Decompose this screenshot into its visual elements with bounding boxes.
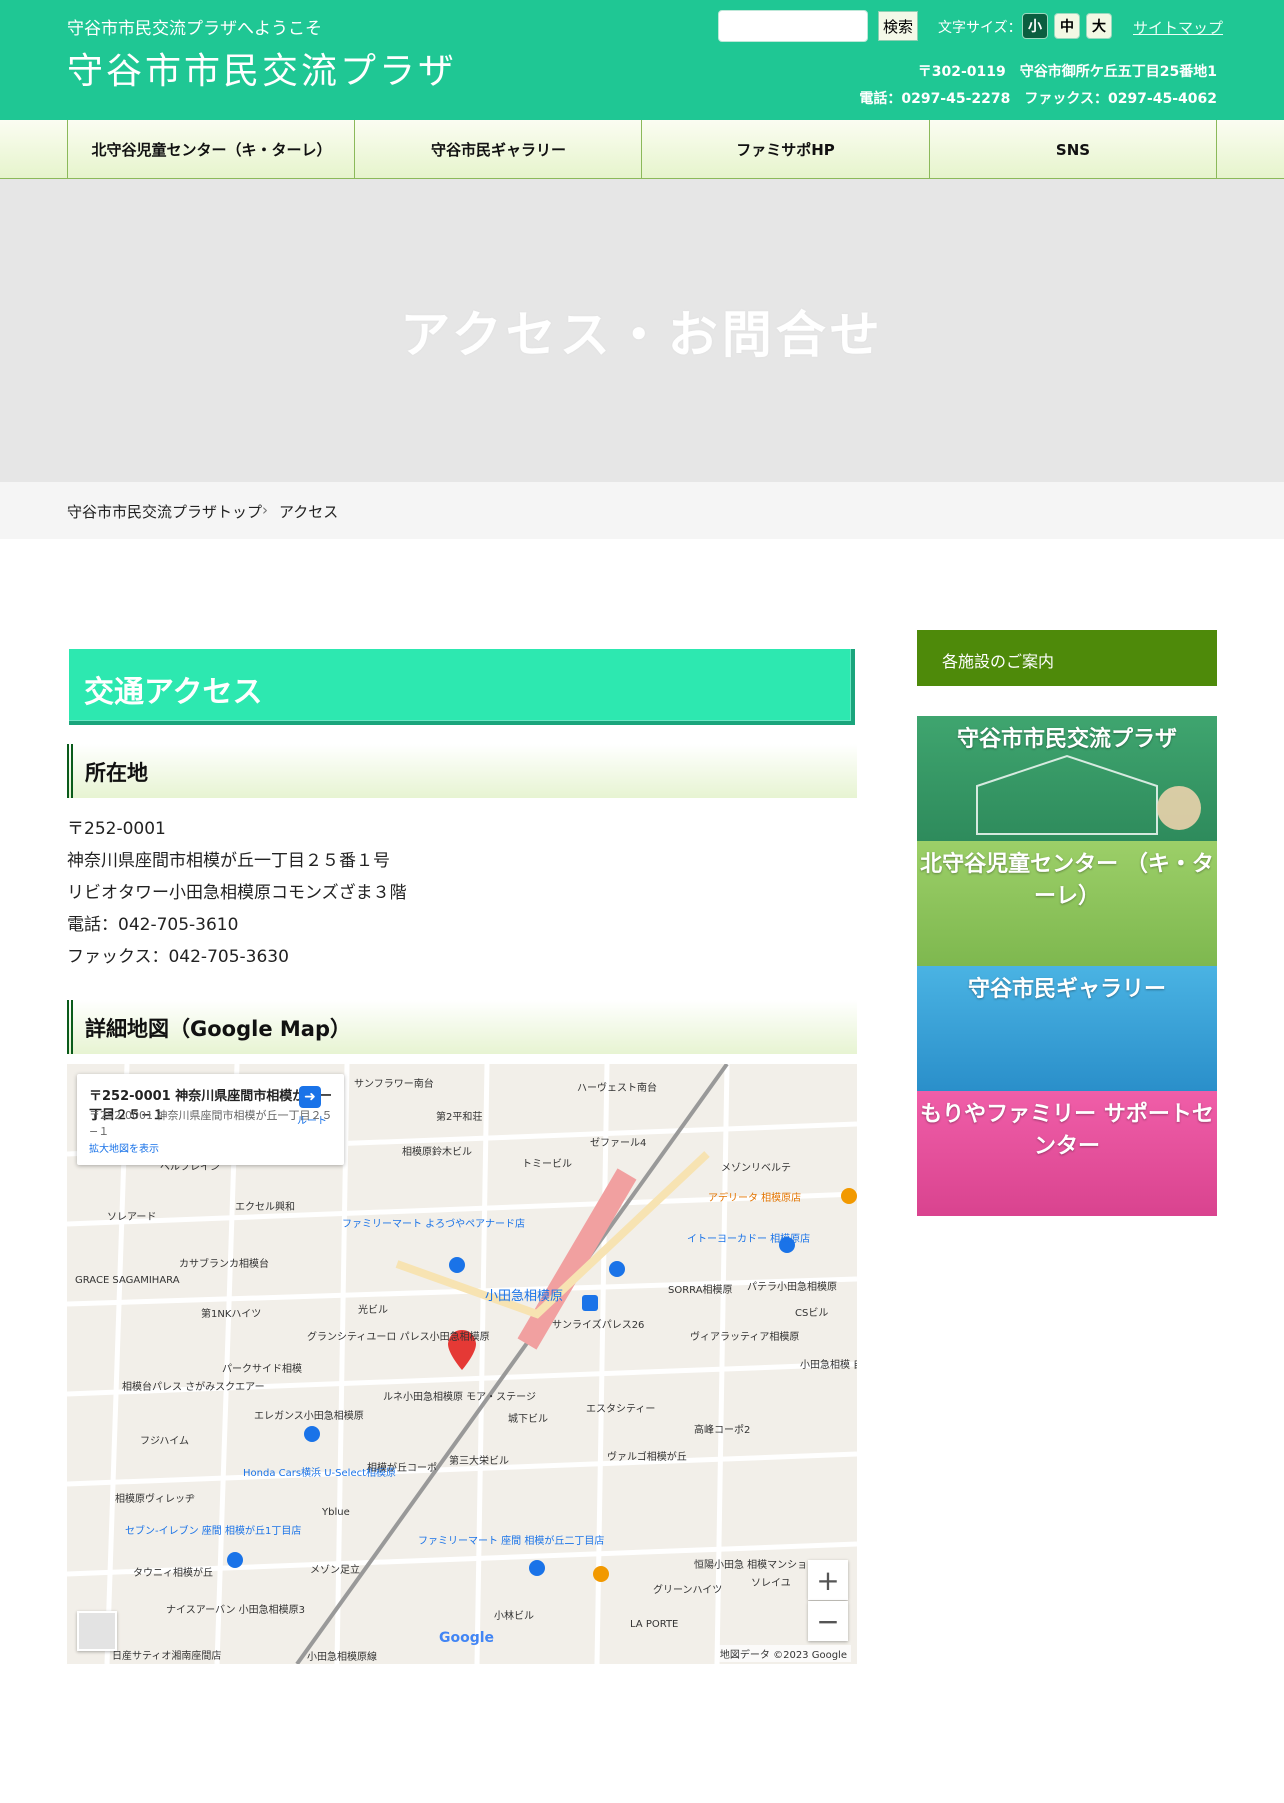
banner-kitaare[interactable]: 北守谷児童センター （キ・ターレ）: [917, 841, 1217, 966]
location-heading: 所在地: [67, 744, 857, 798]
map-label: ルネ小田急相模原 モア・ステージ: [383, 1390, 536, 1403]
map-label: ソレアード: [107, 1212, 156, 1223]
map-label: カサブランカ相模台: [179, 1257, 269, 1270]
map-copyright: 地図データ ©2023 Google: [715, 1645, 851, 1662]
breadcrumb-separator: ›: [262, 501, 268, 519]
map-label: メゾン足立: [310, 1563, 360, 1576]
font-size-label: 文字サイズ：: [938, 20, 1022, 36]
map-label: 第1NKハイツ: [201, 1307, 261, 1320]
banner-famisapo-label: もりやファミリー サポートセンター: [920, 1102, 1214, 1159]
map-label: ヴィアラッティア相模原: [690, 1330, 799, 1343]
map-label: パテラ小田急相模原: [747, 1280, 837, 1293]
sitemap-link[interactable]: サイトマップ: [1133, 17, 1223, 38]
building-line: リビオタワー小田急相模原コモンズざま３階: [67, 883, 407, 903]
directions-label[interactable]: ルート: [297, 1112, 327, 1127]
map-label: アデリータ 相模原店: [708, 1191, 801, 1204]
banner-gallery-label: 守谷市民ギャラリー: [967, 977, 1166, 1002]
map-label: グランシティユーロ パレス小田急相模原: [307, 1330, 490, 1343]
sidebar-heading: 各施設のご案内: [917, 630, 1217, 686]
map-label: ハーヴェスト南台: [577, 1081, 657, 1094]
map-label: 相模が丘コーポ: [367, 1461, 437, 1474]
map-label: エスタシティー: [586, 1403, 655, 1415]
map-label: トミービル: [522, 1158, 572, 1170]
site-header: 守谷市市民交流プラザへようこそ 守谷市市民交流プラザ 検索 文字サイズ： 小 中…: [0, 0, 1284, 120]
map-label: 第2平和荘: [436, 1110, 482, 1123]
phone-line: 電話：042-705-3610: [67, 915, 239, 935]
fax-line: ファックス：042-705-3630: [67, 947, 289, 967]
map-label: エレガンス小田急相模原: [254, 1409, 364, 1422]
google-map[interactable]: サンフラワー南台 ハーヴェスト南台 第2平和荘 ゼファール4 相模原鈴木ビル ト…: [67, 1064, 857, 1664]
font-size-medium-button[interactable]: 中: [1054, 13, 1080, 39]
map-label: 相模原ヴィレッヂ: [115, 1492, 195, 1505]
map-label: エクセル興和: [235, 1201, 295, 1213]
nav-item-sns[interactable]: SNS: [929, 120, 1217, 179]
map-label: タウニィ相模が丘: [133, 1566, 213, 1579]
font-size-small-button[interactable]: 小: [1022, 13, 1048, 39]
banner-famisapo[interactable]: もりやファミリー サポートセンター: [917, 1091, 1217, 1216]
map-label: 日産サティオ湘南座間店: [112, 1649, 221, 1662]
map-label: ナイスアーバン 小田急相模原3: [166, 1603, 305, 1616]
map-label: メゾンリベルテ: [721, 1162, 791, 1174]
map-label: Yblue: [321, 1507, 350, 1518]
map-place-card: 〒252-0001 神奈川県座間市相模が丘一丁目２５−１ 〒252-0001 神…: [77, 1074, 344, 1165]
map-label: 恒陽小田急 相模マンション: [694, 1558, 817, 1571]
search-input[interactable]: [718, 10, 868, 42]
map-label: ヴァルゴ相模が丘: [607, 1450, 687, 1463]
header-address: 〒302-0119 守谷市御所ケ丘五丁目25番地1: [917, 64, 1217, 80]
map-label: 光ビル: [358, 1303, 388, 1316]
map-label: ゼファール4: [590, 1137, 646, 1149]
map-label: サンフラワー南台: [354, 1077, 434, 1090]
hero-banner: アクセス・お問合せ: [0, 179, 1284, 482]
nav-item-famisapo[interactable]: ファミサポHP: [641, 120, 929, 179]
banner-gallery[interactable]: 守谷市民ギャラリー: [917, 966, 1217, 1091]
map-label: GRACE SAGAMIHARA: [75, 1275, 180, 1286]
zoom-out-button[interactable]: −: [808, 1601, 848, 1641]
address-line: 神奈川県座間市相模が丘一丁目２５番１号: [67, 851, 390, 871]
street-view-pegman-icon[interactable]: [77, 1611, 117, 1651]
map-label: 高峰コーポ2: [694, 1423, 750, 1436]
access-heading: 交通アクセス: [69, 649, 855, 725]
breadcrumb: 守谷市市民交流プラザトップ › アクセス: [0, 482, 1284, 539]
map-label: セブン-イレブン 座間 相模が丘1丁目店: [125, 1524, 301, 1537]
global-nav: 北守谷児童センター（キ・ターレ） 守谷市民ギャラリー ファミサポHP SNS: [0, 120, 1284, 179]
directions-icon[interactable]: ➜: [299, 1086, 321, 1108]
page-title: アクセス・お問合せ: [400, 305, 884, 364]
postal-code: 〒252-0001: [67, 819, 166, 839]
welcome-text: 守谷市市民交流プラザへようこそ: [67, 19, 322, 39]
banner-plaza-label: 守谷市市民交流プラザ: [956, 727, 1177, 752]
site-title[interactable]: 守谷市市民交流プラザ: [67, 42, 457, 94]
google-logo: Google: [439, 1630, 495, 1646]
search-button[interactable]: 検索: [878, 11, 918, 41]
map-label: CSビル: [795, 1307, 828, 1319]
map-label: SORRA相模原: [668, 1283, 733, 1296]
banner-plaza[interactable]: 守谷市市民交流プラザ: [917, 716, 1217, 841]
map-label: フジハイム: [140, 1435, 189, 1447]
breadcrumb-current: アクセス: [279, 503, 339, 521]
nav-item-gallery[interactable]: 守谷市民ギャラリー: [354, 120, 642, 179]
banner-kitaare-label: 北守谷児童センター （キ・ターレ）: [920, 852, 1214, 909]
map-label: ソレイユ: [751, 1578, 791, 1589]
map-label: ファミリーマート よろづやペアナード店: [342, 1217, 525, 1230]
map-enlarge-link[interactable]: 拡大地図を表示: [89, 1140, 159, 1155]
map-label: 小田急相模原線: [307, 1650, 377, 1663]
map-label: ファミリーマート 座間 相模が丘二丁目店: [418, 1534, 604, 1547]
map-label: 相模原鈴木ビル: [402, 1145, 472, 1158]
map-label: サンライズパレス26: [552, 1318, 644, 1331]
map-label: 第三大栄ビル: [449, 1454, 509, 1467]
header-phone: 電話：0297-45-2278 ファックス：0297-45-4062: [859, 91, 1217, 107]
map-label: 城下ビル: [508, 1413, 548, 1425]
map-label: 小田急相模 自転車駐車: [800, 1358, 857, 1371]
breadcrumb-home-link[interactable]: 守谷市市民交流プラザトップ: [67, 501, 262, 522]
map-station-label: 小田急相模原: [485, 1289, 563, 1304]
map-label: 相模台パレス さがみスクエアー: [122, 1380, 265, 1393]
map-label: 小林ビル: [494, 1609, 534, 1622]
map-heading: 詳細地図（Google Map）: [67, 1000, 857, 1054]
map-label: イトーヨーカドー 相模原店: [687, 1232, 810, 1245]
zoom-in-button[interactable]: +: [808, 1560, 848, 1600]
nav-item-kitaare[interactable]: 北守谷児童センター（キ・ターレ）: [67, 120, 355, 179]
map-label: パークサイド相模: [222, 1362, 302, 1375]
map-label: LA PORTE: [630, 1619, 678, 1630]
font-size-large-button[interactable]: 大: [1086, 13, 1112, 39]
map-label: グリーンハイツ: [653, 1583, 722, 1596]
